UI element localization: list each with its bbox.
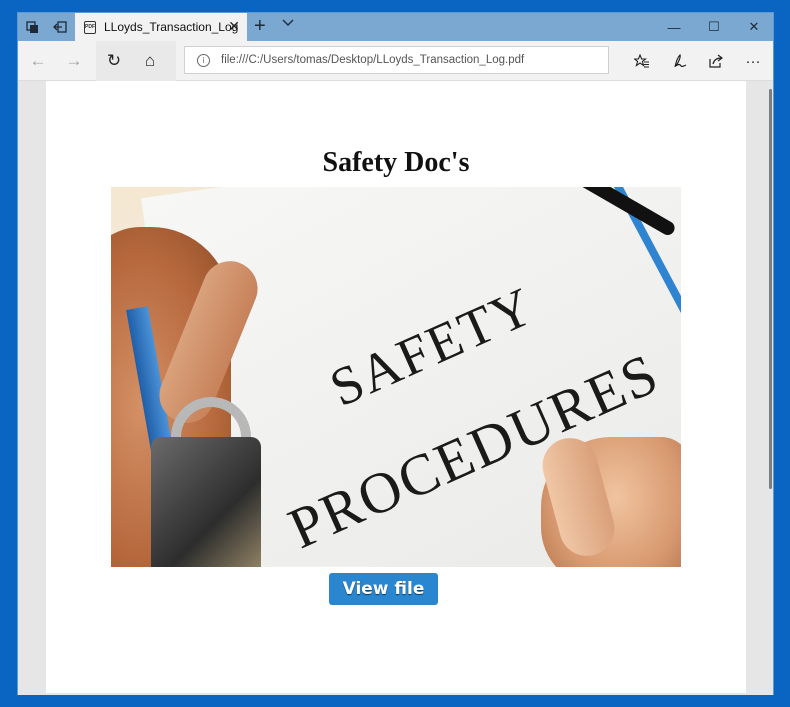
document-title: Safety Doc's bbox=[322, 147, 470, 178]
navigation-toolbar: ← → ↻ ⌂ i file:///C:/Users/tomas/Desktop… bbox=[18, 41, 773, 81]
home-button[interactable]: ⌂ bbox=[136, 50, 164, 72]
address-url[interactable]: file:///C:/Users/tomas/Desktop/LLoyds_Tr… bbox=[221, 54, 524, 66]
browser-window: PDF LLoyds_Transaction_Log ✕ + — ☐ ✕ ← →… bbox=[17, 12, 774, 695]
set-tabs-aside-button[interactable] bbox=[18, 13, 46, 41]
safety-procedures-image: SAFETY PROCEDURES bbox=[111, 187, 681, 567]
chevron-down-icon[interactable] bbox=[282, 17, 294, 29]
image-padlock bbox=[151, 437, 261, 567]
pdf-viewer: Safety Doc's SAFETY PROCEDURES View file bbox=[18, 81, 773, 695]
tabs-aside-icon bbox=[25, 20, 38, 33]
favorites-button[interactable] bbox=[628, 50, 656, 72]
forward-button[interactable]: → bbox=[60, 50, 88, 72]
close-tab-icon[interactable]: ✕ bbox=[228, 19, 240, 33]
refresh-button[interactable]: ↻ bbox=[100, 50, 128, 72]
pdf-file-icon: PDF bbox=[84, 20, 96, 34]
close-window-button[interactable]: ✕ bbox=[734, 13, 774, 41]
tab-bar: PDF LLoyds_Transaction_Log ✕ + — ☐ ✕ bbox=[18, 13, 773, 41]
tab-active[interactable]: PDF LLoyds_Transaction_Log ✕ bbox=[75, 13, 247, 41]
minimize-button[interactable]: — bbox=[654, 13, 694, 41]
view-file-button[interactable]: View file bbox=[329, 573, 438, 605]
more-button[interactable]: ··· bbox=[739, 50, 767, 72]
vertical-scrollbar[interactable] bbox=[769, 89, 772, 489]
share-button[interactable] bbox=[702, 50, 730, 72]
tab-title: LLoyds_Transaction_Log bbox=[104, 20, 239, 34]
pen-icon bbox=[674, 54, 687, 68]
info-icon[interactable]: i bbox=[197, 53, 210, 67]
new-tab-button[interactable]: + bbox=[254, 16, 266, 36]
restore-tabs-icon bbox=[53, 21, 67, 33]
address-bar[interactable]: i file:///C:/Users/tomas/Desktop/LLoyds_… bbox=[184, 46, 609, 74]
add-notes-button[interactable] bbox=[665, 50, 693, 72]
pdf-page: Safety Doc's SAFETY PROCEDURES View file bbox=[46, 81, 746, 693]
maximize-button[interactable]: ☐ bbox=[694, 13, 734, 41]
restore-tabs-button[interactable] bbox=[46, 13, 74, 41]
back-button[interactable]: ← bbox=[24, 50, 52, 72]
favorites-list-icon bbox=[634, 54, 649, 68]
share-icon bbox=[709, 54, 723, 68]
